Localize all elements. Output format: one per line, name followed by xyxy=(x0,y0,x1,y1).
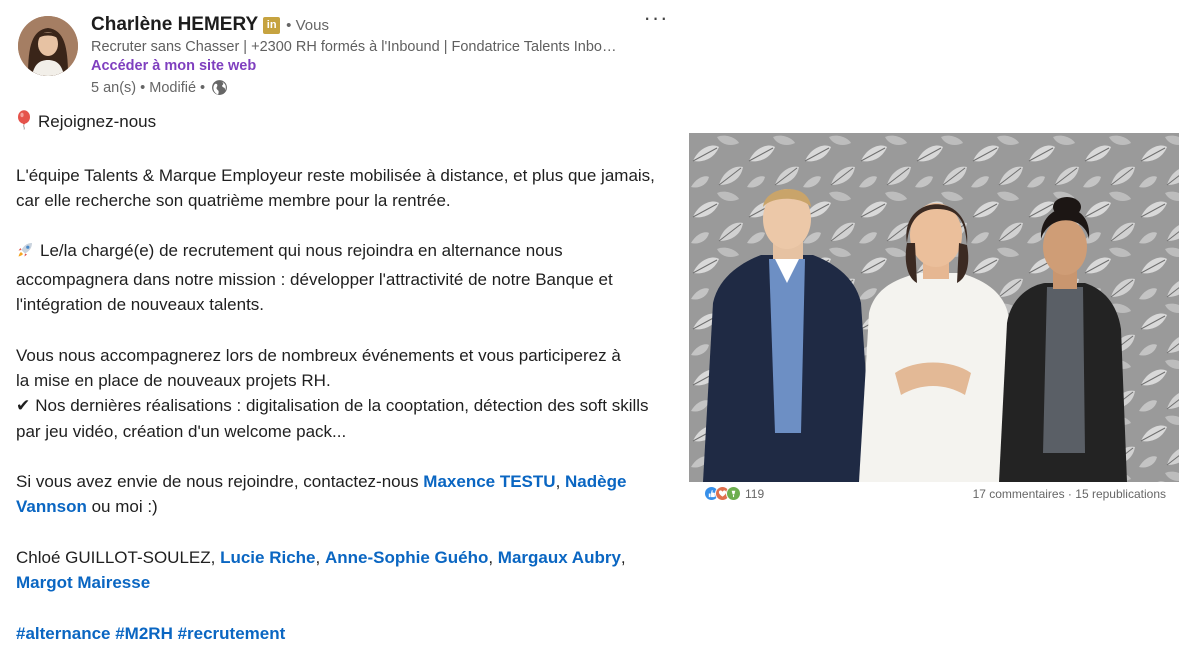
post-meta: 5 an(s) • Modifié • xyxy=(91,79,206,96)
mention-margot-mairesse[interactable]: Margot Mairesse xyxy=(16,573,150,592)
tag-plain-text: Chloé GUILLOT-SOULEZ, xyxy=(16,548,221,568)
mention-margaux-aubry[interactable]: Margaux Aubry xyxy=(498,548,621,567)
tag-separator: , xyxy=(488,548,498,568)
linkedin-post: Charlène HEMERY in • Vous Recruter sans … xyxy=(0,0,680,643)
tag-separator: , xyxy=(620,548,626,568)
post-paragraph-3-line-2: la mise en place de nouveaux projets RH. xyxy=(16,370,331,390)
post-paragraph-3-line-3: Nos dernières réalisations : digitalisat… xyxy=(16,396,649,441)
balloon-icon xyxy=(16,110,32,137)
contact-end-text: ou moi :) xyxy=(86,497,158,517)
mention-lucie-riche[interactable]: Lucie Riche xyxy=(220,548,315,567)
tag-separator: , xyxy=(315,548,325,568)
check-icon: ✔ xyxy=(16,396,31,416)
author-name[interactable]: Charlène HEMERY xyxy=(91,14,258,36)
post-tags: Chloé GUILLOT-SOULEZ, Lucie Riche, Anne-… xyxy=(16,545,676,596)
website-link[interactable]: Accéder à mon site web xyxy=(91,58,256,74)
post-image[interactable] xyxy=(689,133,1179,482)
post-paragraph-3-line-1: Vous nous accompagnerez lors de nombreux… xyxy=(16,345,621,365)
author-relation: • Vous xyxy=(286,16,329,34)
more-options-button[interactable]: ··· xyxy=(640,7,672,34)
contact-text: Si vous avez envie de nous rejoindre, co… xyxy=(16,472,424,492)
post-body: Rejoignez-nous L'équipe Talents & Marque… xyxy=(16,109,676,646)
mention-separator: , xyxy=(555,472,566,492)
reactions-summary[interactable]: 119 xyxy=(704,486,764,501)
support-reaction-icon xyxy=(726,486,741,501)
post-paragraph-2-rest: accompagnera dans notre mission : dévelo… xyxy=(16,269,613,315)
rocket-icon xyxy=(16,241,34,266)
post-paragraph-1: L'équipe Talents & Marque Employeur rest… xyxy=(16,165,655,210)
avatar[interactable] xyxy=(18,16,78,76)
post-paragraph-2-line-1: Le/la chargé(e) de recrutement qui nous … xyxy=(40,241,563,261)
hashtags[interactable]: #alternance #M2RH #recrutement xyxy=(16,624,285,643)
globe-icon xyxy=(211,79,228,96)
comments-reposts-count[interactable]: 17 commentaires · 15 republications xyxy=(973,487,1166,501)
post-header: Charlène HEMERY in • Vous Recruter sans … xyxy=(91,12,651,96)
mention-anne-sophie-gueho[interactable]: Anne-Sophie Guého xyxy=(325,548,488,567)
post-paragraph-4: Si vous avez envie de nous rejoindre, co… xyxy=(16,469,676,520)
mention-maxence-testu[interactable]: Maxence TESTU xyxy=(423,472,555,491)
linkedin-premium-icon: in xyxy=(263,16,281,34)
reaction-count: 119 xyxy=(745,486,765,501)
author-headline: Recruter sans Chasser | +2300 RH formés … xyxy=(91,39,621,55)
post-line-rejoignez: Rejoignez-nous xyxy=(38,112,157,131)
